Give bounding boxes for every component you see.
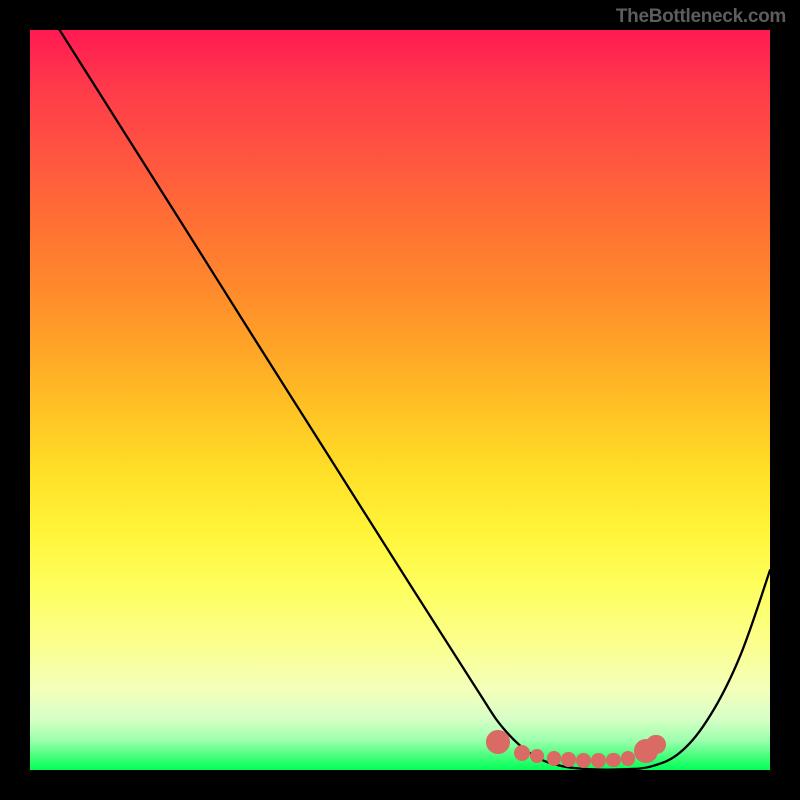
curve-path: [60, 30, 770, 770]
marker-dot: [486, 730, 510, 754]
plot-area: [30, 30, 770, 770]
marker-dot: [621, 751, 636, 766]
marker-dot: [591, 753, 606, 768]
marker-dot: [606, 753, 621, 768]
marker-dot: [646, 735, 665, 754]
chart-frame: TheBottleneck.com: [0, 0, 800, 800]
curve-svg: [30, 30, 770, 770]
marker-dot: [576, 753, 591, 768]
marker-dot: [547, 751, 562, 766]
attribution-text: TheBottleneck.com: [616, 6, 786, 28]
